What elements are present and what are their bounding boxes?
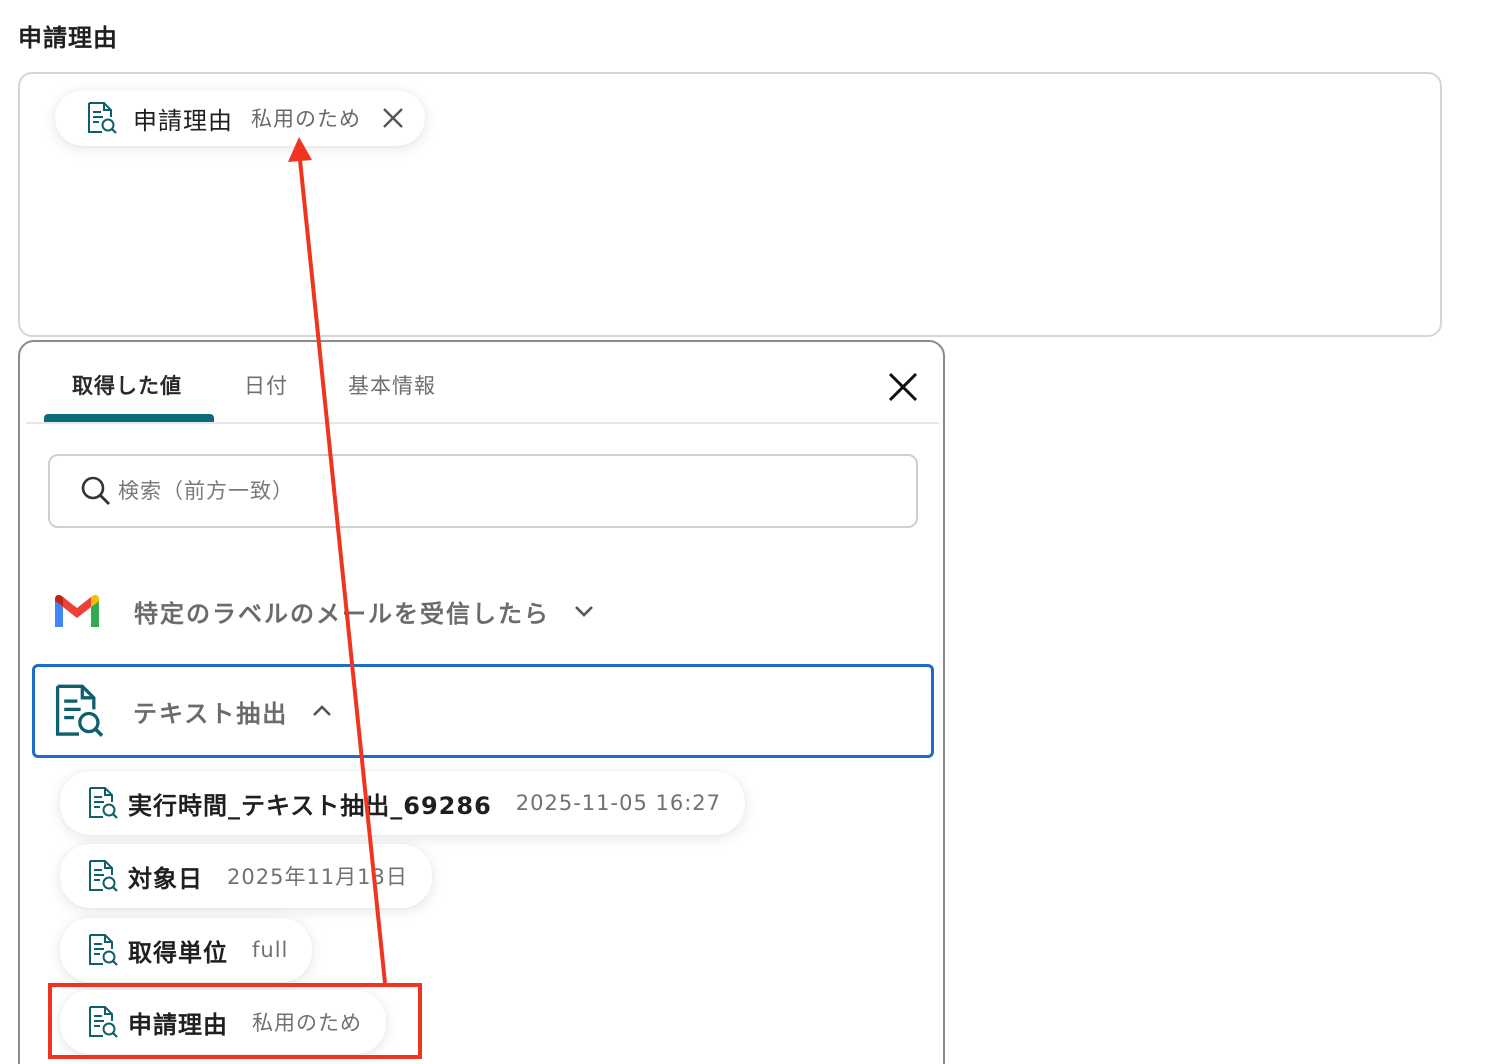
- text-extract-icon: [86, 786, 120, 820]
- list-item-target-date[interactable]: 対象日 2025年11月13日: [60, 844, 432, 908]
- search-box: [48, 454, 918, 528]
- tab-bar: 取得した値 日付 基本情報: [26, 342, 939, 424]
- search-input[interactable]: [118, 479, 878, 503]
- tab-basic-info[interactable]: 基本情報: [348, 370, 436, 400]
- section-text-extract[interactable]: テキスト抽出: [32, 664, 934, 758]
- chevron-down-icon: [572, 599, 596, 623]
- close-icon[interactable]: [886, 370, 920, 404]
- search-icon: [80, 475, 112, 507]
- gmail-icon: [52, 591, 102, 631]
- text-extract-icon: [51, 683, 107, 739]
- tab-date[interactable]: 日付: [244, 370, 288, 400]
- chevron-up-icon: [310, 699, 334, 723]
- field-label: 申請理由: [18, 24, 118, 52]
- list-item-exec-time[interactable]: 実行時間_テキスト抽出_69286 2025-11-05 16:27: [60, 771, 746, 835]
- item-label: 取得単位: [128, 938, 228, 967]
- active-tab-indicator: [44, 414, 214, 422]
- item-value: full: [252, 938, 289, 962]
- chip-value: 私用のため: [251, 107, 361, 131]
- text-extract-icon: [86, 933, 120, 967]
- selected-value-chip[interactable]: 申請理由 私用のため: [55, 90, 425, 146]
- annotation-highlight-box: [48, 983, 422, 1059]
- item-label: 実行時間_テキスト抽出_69286: [128, 791, 492, 820]
- text-extract-icon: [86, 859, 120, 893]
- item-value: 2025年11月13日: [227, 865, 408, 889]
- section-title: 特定のラベルのメールを受信したら: [134, 599, 550, 628]
- tab-acquired-values[interactable]: 取得した値: [72, 370, 182, 400]
- chip-label: 申請理由: [133, 106, 233, 135]
- section-gmail-trigger[interactable]: 特定のラベルのメールを受信したら: [52, 588, 596, 634]
- item-label: 対象日: [128, 864, 203, 893]
- item-value: 2025-11-05 16:27: [515, 791, 722, 815]
- list-item-unit[interactable]: 取得単位 full: [60, 918, 313, 982]
- section-title: テキスト抽出: [133, 699, 289, 728]
- remove-chip-icon[interactable]: [379, 104, 407, 132]
- text-extract-icon: [85, 101, 119, 135]
